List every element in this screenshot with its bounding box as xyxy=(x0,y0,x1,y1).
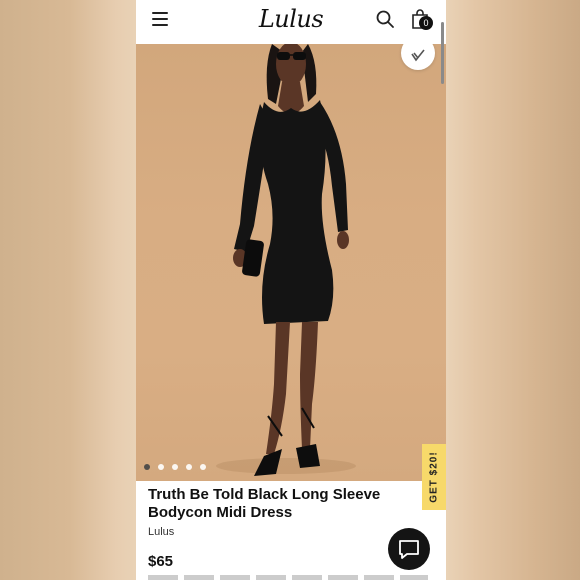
search-icon[interactable] xyxy=(375,9,395,29)
promo-tab[interactable]: GET $20! xyxy=(422,444,446,510)
gallery-dot-2[interactable] xyxy=(158,464,164,470)
cart-count-badge: 0 xyxy=(419,16,433,30)
brand-logo[interactable]: Lulus xyxy=(256,2,326,36)
model-photo xyxy=(216,44,356,476)
gallery-dot-1[interactable] xyxy=(144,464,150,470)
product-image[interactable] xyxy=(136,44,446,481)
gallery-dot-3[interactable] xyxy=(172,464,178,470)
product-title: Truth Be Told Black Long Sleeve Bodycon … xyxy=(148,486,381,521)
product-price: $65 xyxy=(148,553,174,570)
site-header: Lulus 0 xyxy=(136,0,446,44)
phone-screen: Lulus 0 GET $20! Truth Be Told Black Lon… xyxy=(136,0,446,580)
hamburger-menu-icon[interactable] xyxy=(152,12,170,28)
promo-label: GET $20! xyxy=(428,451,440,503)
gallery-dot-4[interactable] xyxy=(186,464,192,470)
chat-bubble-icon xyxy=(399,540,419,559)
heart-check-icon xyxy=(411,49,425,62)
chat-button[interactable] xyxy=(388,528,430,570)
installment-info xyxy=(148,575,428,580)
product-brand[interactable]: Lulus xyxy=(148,526,174,538)
wishlist-button[interactable] xyxy=(401,44,435,70)
gallery-dot-5[interactable] xyxy=(200,464,206,470)
gallery-pagination xyxy=(144,464,206,472)
scrollbar[interactable] xyxy=(441,22,444,84)
